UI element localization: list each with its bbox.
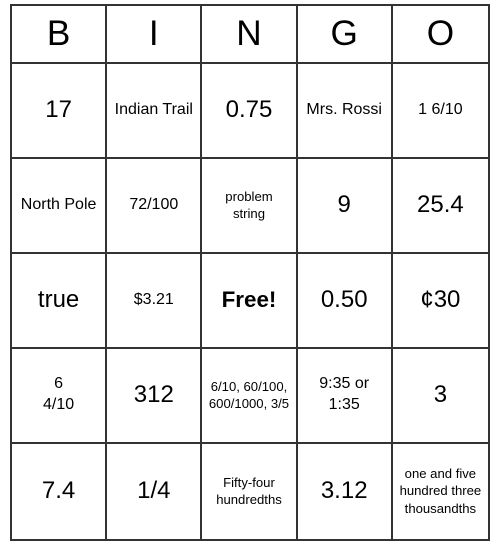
bingo-cell: Free! [202, 254, 297, 349]
header-letter: I [107, 6, 202, 62]
bingo-cell: North Pole [12, 159, 107, 254]
bingo-cell: Mrs. Rossi [298, 64, 393, 159]
bingo-cell: Indian Trail [107, 64, 202, 159]
bingo-cell: 9:35 or 1:35 [298, 349, 393, 444]
bingo-cell: Fifty-four hundredths [202, 444, 297, 539]
bingo-cell: one and five hundred three thousandths [393, 444, 488, 539]
bingo-cell: ¢30 [393, 254, 488, 349]
bingo-cell: 0.50 [298, 254, 393, 349]
bingo-cell: 1 6/10 [393, 64, 488, 159]
bingo-card: BINGO 17Indian Trail0.75Mrs. Rossi1 6/10… [10, 4, 490, 541]
header-letter: O [393, 6, 488, 62]
bingo-grid: 17Indian Trail0.75Mrs. Rossi1 6/10 North … [12, 64, 488, 539]
bingo-cell: 9 [298, 159, 393, 254]
bingo-cell: problem string [202, 159, 297, 254]
bingo-cell: 7.4 [12, 444, 107, 539]
bingo-cell: true [12, 254, 107, 349]
bingo-cell: 312 [107, 349, 202, 444]
header-letter: G [298, 6, 393, 62]
header-letter: B [12, 6, 107, 62]
bingo-cell: 17 [12, 64, 107, 159]
bingo-header: BINGO [12, 6, 488, 64]
header-letter: N [202, 6, 297, 62]
bingo-cell: 3.12 [298, 444, 393, 539]
bingo-cell: 3 [393, 349, 488, 444]
bingo-cell: $3.21 [107, 254, 202, 349]
bingo-cell: 64/10 [12, 349, 107, 444]
bingo-cell: 25.4 [393, 159, 488, 254]
bingo-cell: 6/10, 60/100, 600/1000, 3/5 [202, 349, 297, 444]
bingo-cell: 1/4 [107, 444, 202, 539]
bingo-cell: 0.75 [202, 64, 297, 159]
bingo-cell: 72/100 [107, 159, 202, 254]
